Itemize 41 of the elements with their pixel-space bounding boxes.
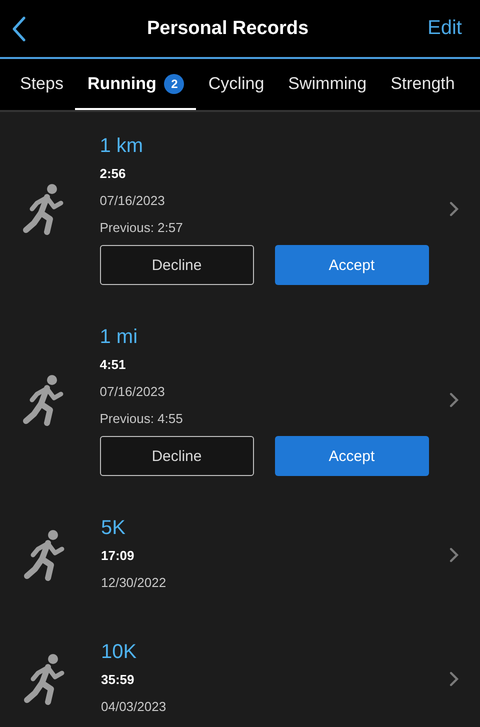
tab[interactable]: Strength <box>378 59 467 110</box>
record-date: 04/03/2023 <box>101 698 166 716</box>
accept-button[interactable]: Accept <box>274 436 429 476</box>
tab-label: Swimming <box>288 74 367 94</box>
record-distance: 1 km <box>100 134 144 159</box>
tab[interactable]: Running 2 <box>75 59 196 110</box>
decline-button[interactable]: Decline <box>100 245 254 285</box>
count-badge: 2 <box>164 74 184 94</box>
record-time: 17:09 <box>101 547 134 565</box>
record-row[interactable]: 1 mi 4:51 07/16/2023 Previous: 4:55 Decline Accept <box>0 303 480 494</box>
previous-record: Previous: 4:55 <box>100 410 183 428</box>
record-row[interactable]: 10K 35:59 04/03/2023 <box>0 618 480 727</box>
record-time: 2:56 <box>100 165 126 183</box>
record-row[interactable]: 1 km 2:56 07/16/2023 Previous: 2:57 Decline Accept <box>0 112 480 303</box>
chevron-right-icon <box>449 200 460 216</box>
tab-label: Strength <box>390 74 455 94</box>
back-button[interactable] <box>10 14 28 44</box>
record-distance: 1 mi <box>100 325 138 350</box>
tab[interactable]: Steps <box>8 59 76 110</box>
record-date: 12/30/2022 <box>101 574 166 592</box>
chevron-right-icon <box>449 547 459 563</box>
chevron-right-icon <box>449 392 460 408</box>
record-time: 35:59 <box>101 671 134 689</box>
tab-label: Cycling <box>208 74 264 94</box>
tab-label: Running <box>87 74 156 94</box>
record-row[interactable]: 5K 17:09 12/30/2022 <box>0 494 480 618</box>
back-icon <box>12 16 26 42</box>
record-date: 07/16/2023 <box>100 192 165 210</box>
tab[interactable]: Cycling <box>196 59 276 110</box>
record-date: 07/16/2023 <box>100 383 165 401</box>
edit-button[interactable]: Edit <box>428 17 462 40</box>
decline-button[interactable]: Decline <box>100 436 254 476</box>
record-distance: 5K <box>101 516 126 541</box>
record-time: 4:51 <box>100 356 126 374</box>
accept-button[interactable]: Accept <box>274 245 429 285</box>
screen-title: Personal Records <box>146 18 309 40</box>
chevron-right-icon <box>449 671 459 687</box>
record-distance: 10K <box>101 640 137 665</box>
tab[interactable]: Swimming <box>276 59 379 110</box>
previous-record: Previous: 2:57 <box>100 219 183 237</box>
tab-label: Steps <box>20 74 64 94</box>
